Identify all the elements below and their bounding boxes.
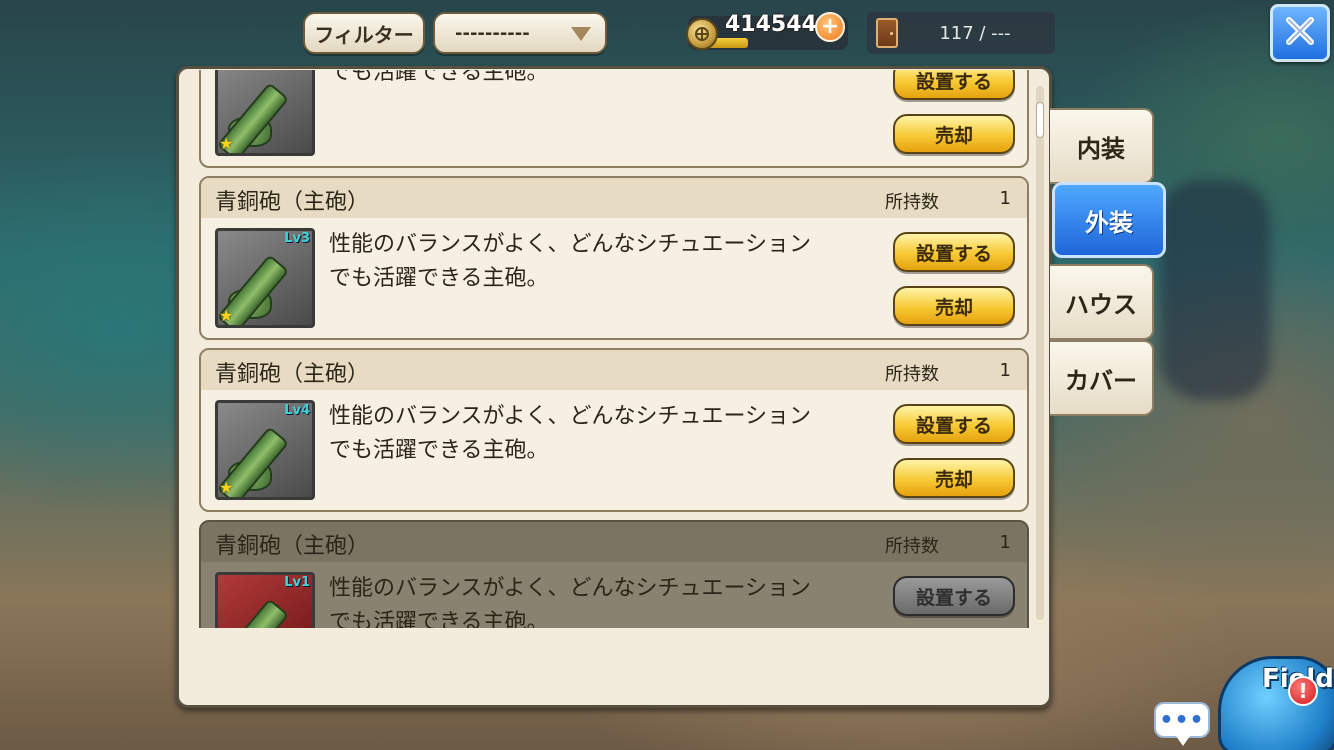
owned-label: 所持数: [885, 364, 939, 385]
item-thumbnail: Lv4 ★: [215, 400, 315, 500]
filter-button[interactable]: フィルター: [303, 12, 425, 54]
filter-dropdown[interactable]: ----------: [433, 12, 607, 54]
sell-button[interactable]: 売却: [893, 286, 1015, 326]
place-button[interactable]: 設置する: [893, 232, 1015, 272]
owned-label: 所持数: [885, 192, 939, 213]
item-description: 性能のバランスがよく、どんなシチュエーション でも活躍できる主砲。: [329, 572, 869, 628]
door-icon: [876, 18, 898, 48]
description-line-1: 性能のバランスがよく、どんなシチュエーション: [329, 576, 812, 601]
item-name: 青銅砲（主砲）: [215, 190, 370, 215]
level-badge: Lv4: [284, 403, 310, 418]
coin-icon: [686, 18, 718, 50]
description-line-2: でも活躍できる主砲。: [329, 70, 549, 85]
star-icon: ★: [219, 478, 234, 497]
owned-count: 1: [999, 188, 1011, 209]
alert-icon: !: [1288, 676, 1318, 706]
description-line-1: 性能のバランスがよく、どんなシチュエーション: [329, 232, 812, 257]
filter-dropdown-value: ----------: [455, 22, 530, 44]
description-line-2: でも活躍できる主砲。: [329, 610, 549, 628]
owned-count: 1: [999, 360, 1011, 381]
item-description: 性能のバランスがよく、どんなシチュエーション でも活躍できる主砲。: [329, 228, 869, 296]
item-thumbnail: Lv3 ★: [215, 228, 315, 328]
cannon-barrel-image: [218, 598, 290, 628]
place-button[interactable]: 設置する: [893, 70, 1015, 100]
list-item: ★ でも活躍できる主砲。 設置する 売却: [199, 70, 1029, 168]
item-description: でも活躍できる主砲。: [329, 70, 869, 90]
list-scrollbar[interactable]: [1036, 86, 1044, 620]
item-thumbnail: Lv1 ★: [215, 572, 315, 628]
plus-icon[interactable]: +: [815, 12, 845, 42]
level-badge: Lv1: [284, 575, 310, 590]
description-line-1: 性能のバランスがよく、どんなシチュエーション: [329, 404, 812, 429]
tab-interior[interactable]: 内装: [1050, 108, 1154, 184]
close-icon: [1283, 14, 1317, 52]
coin-amount: 414544: [725, 12, 817, 37]
item-header: 青銅砲（主砲） 所持数 1: [201, 350, 1027, 390]
description-line-2: でも活躍できる主砲。: [329, 266, 549, 291]
place-button[interactable]: 設置する: [893, 404, 1015, 444]
item-thumbnail: ★: [215, 70, 315, 156]
tab-exterior[interactable]: 外装: [1052, 182, 1166, 258]
list-item: 青銅砲（主砲） 所持数 1 Lv4 ★ 性能のバランスがよく、どんなシチュエーシ…: [199, 348, 1029, 512]
item-header: 青銅砲（主砲） 所持数 1: [201, 522, 1027, 562]
list-item: 青銅砲（主砲） 所持数 1 Lv3 ★ 性能のバランスがよく、どんなシチュエーシ…: [199, 176, 1029, 340]
tab-house[interactable]: ハウス: [1050, 264, 1154, 340]
chevron-down-icon: [571, 27, 591, 41]
item-name: 青銅砲（主砲）: [215, 534, 370, 559]
owned-count: 1: [999, 532, 1011, 553]
item-header: 青銅砲（主砲） 所持数 1: [201, 178, 1027, 218]
star-icon: ★: [219, 306, 234, 325]
level-badge: Lv3: [284, 231, 310, 246]
owned-label: 所持数: [885, 536, 939, 557]
scrollbar-thumb[interactable]: [1036, 102, 1044, 138]
item-name: 青銅砲（主砲）: [215, 362, 370, 387]
star-icon: ★: [219, 134, 234, 153]
description-line-2: でも活躍できる主砲。: [329, 438, 549, 463]
sell-button[interactable]: 売却: [893, 114, 1015, 154]
list-item: 青銅砲（主砲） 所持数 1 Lv1 ★ 性能のバランスがよく、どんなシチュエーシ…: [199, 520, 1029, 628]
place-button[interactable]: 設置する: [893, 576, 1015, 616]
item-description: 性能のバランスがよく、どんなシチュエーション でも活躍できる主砲。: [329, 400, 869, 468]
tab-cover[interactable]: カバー: [1050, 340, 1154, 416]
close-button[interactable]: [1270, 4, 1330, 62]
chat-button[interactable]: •••: [1154, 702, 1210, 746]
item-list[interactable]: ★ でも活躍できる主砲。 設置する 売却 青銅砲（主砲） 所持数 1 Lv3 ★…: [197, 70, 1033, 628]
sell-button[interactable]: 売却: [893, 458, 1015, 498]
capacity-value: 117 / ---: [939, 22, 1011, 44]
